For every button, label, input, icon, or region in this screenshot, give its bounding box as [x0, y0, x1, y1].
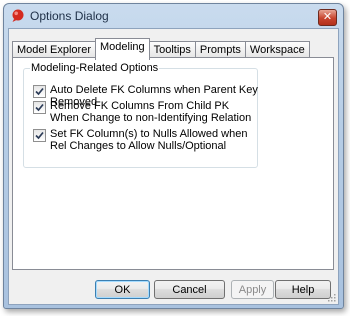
close-icon: ✕ [322, 11, 333, 23]
checkmark-icon [35, 131, 44, 140]
window-title: Options Dialog [30, 9, 109, 23]
checkbox-remove-fk-from-child-pk[interactable] [33, 101, 46, 114]
group-title: Modeling-Related Options [30, 62, 160, 74]
app-icon [12, 9, 24, 22]
checkmark-icon [35, 103, 44, 112]
options-dialog-window: Options Dialog ✕ Model Explorer Modeling… [3, 3, 344, 309]
checkbox-set-fk-nulls-allowed[interactable] [33, 129, 46, 142]
title-bar[interactable]: Options Dialog ✕ [4, 4, 343, 28]
tab-modeling[interactable]: Modeling [94, 38, 150, 60]
tab-strip: Model Explorer Modeling Tooltips Prompts… [12, 38, 310, 60]
close-button[interactable]: ✕ [318, 9, 337, 26]
help-button[interactable]: Help [275, 280, 331, 299]
option-remove-fk-from-child-pk[interactable]: Remove FK Columns From Child PK When Cha… [33, 100, 260, 124]
dialog-client-area: Model Explorer Modeling Tooltips Prompts… [8, 28, 339, 305]
checkmark-icon [35, 87, 44, 96]
option-label: Remove FK Columns From Child PK When Cha… [50, 100, 252, 124]
checkbox-auto-delete-fk[interactable] [33, 85, 46, 98]
resize-grip-icon[interactable] [326, 292, 336, 302]
modeling-options-group: Modeling-Related Options Auto Delete FK … [23, 62, 260, 168]
option-set-fk-nulls-allowed[interactable]: Set FK Column(s) to Nulls Allowed when R… [33, 128, 260, 152]
option-label: Set FK Column(s) to Nulls Allowed when R… [50, 128, 248, 152]
apply-button[interactable]: Apply [231, 280, 274, 299]
cancel-button[interactable]: Cancel [154, 280, 225, 299]
modeling-tab-panel: Modeling-Related Options Auto Delete FK … [12, 57, 334, 270]
ok-button[interactable]: OK [95, 280, 150, 299]
